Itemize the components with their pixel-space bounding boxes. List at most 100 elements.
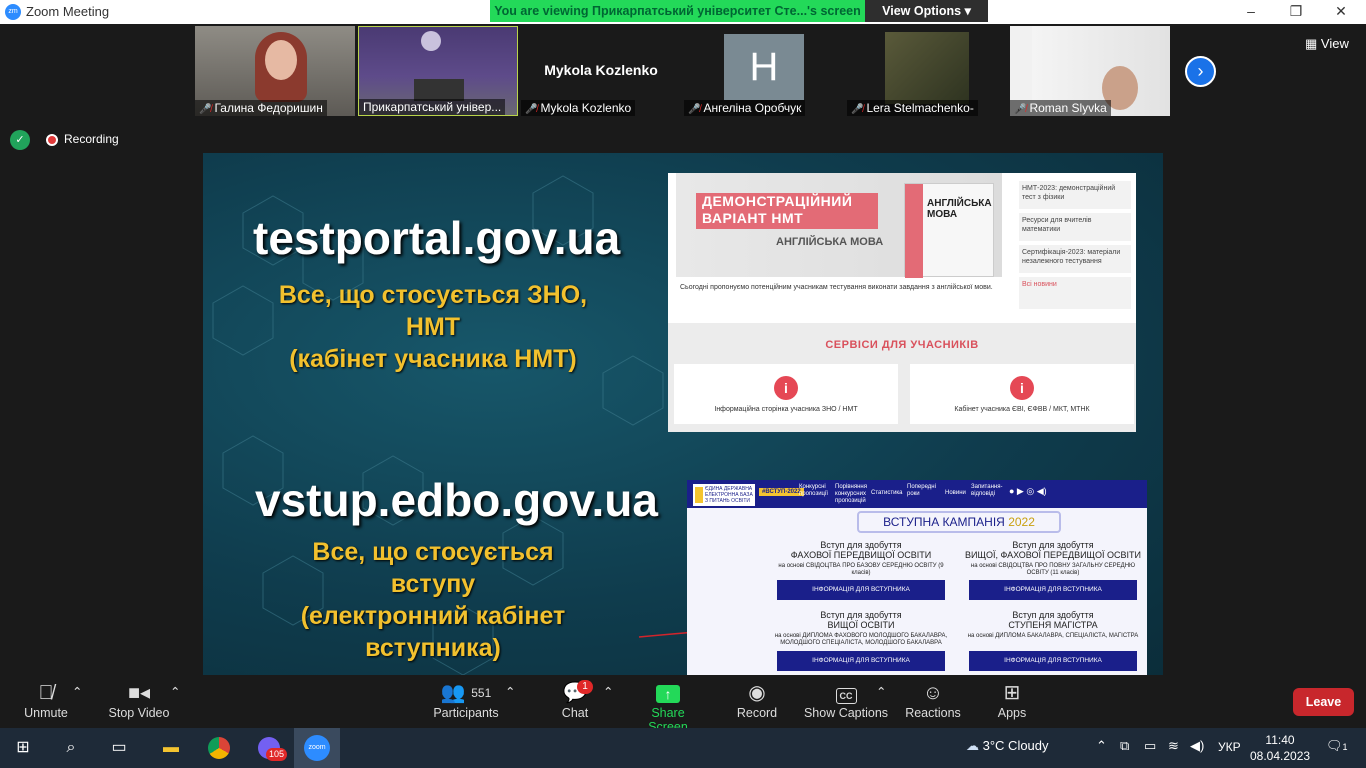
reactions-icon: ☺: [922, 682, 944, 704]
block-heading: СТУПЕНЯ МАГІСТРА: [1008, 620, 1098, 630]
chat-button[interactable]: 💬 1 Chat: [555, 680, 595, 720]
page-description: Сьогодні пропонуємо потенційним учасника…: [680, 284, 993, 291]
participant-tile[interactable]: H 🎤̸ Ангеліна Оробчук: [684, 26, 844, 116]
university-seal: [421, 31, 441, 51]
screen-share-banner: You are viewing Прикарпатський університ…: [490, 0, 988, 22]
captions-caret-icon[interactable]: ⌃: [876, 684, 886, 699]
unmute-label: Unmute: [24, 706, 68, 720]
participant-name: Ангеліна Оробчук: [703, 101, 802, 115]
info-for-applicant-button: ІНФОРМАЦІЯ ДЛЯ ВСТУПНИКА: [969, 651, 1137, 671]
file-explorer-icon[interactable]: ▬: [148, 728, 194, 768]
zoom-logo: zoom: [304, 734, 330, 761]
meet-now-icon[interactable]: ⧉: [1120, 738, 1129, 754]
audio-options-caret-icon[interactable]: ⌃: [72, 684, 82, 699]
clock[interactable]: 11:40 08.04.2023: [1250, 732, 1310, 764]
participants-label: Participants: [433, 706, 499, 720]
service-card-label: Кабінет учасника ЄВІ, ЄФВВ / МКТ, МТНК: [954, 406, 1090, 413]
participant-tile[interactable]: 🎤̸ Lera Stelmachenko-: [847, 26, 1007, 116]
testportal-url-heading: testportal.gov.ua: [253, 212, 621, 264]
admission-block: Вступ для здобуття СТУПЕНЯ МАГІСТРА на о…: [963, 610, 1143, 640]
text-line: АНГЛІЙСЬКА: [927, 198, 992, 209]
next-page-arrow-icon[interactable]: ›: [1185, 56, 1216, 87]
text-line: ДЕМОНСТРАЦІЙНИЙ: [702, 193, 853, 209]
test-booklet: АНГЛІЙСЬКА МОВА: [904, 183, 994, 278]
avatar: H: [724, 34, 804, 100]
service-card-label: Інформаційна сторінка учасника ЗНО / НМТ: [714, 406, 858, 413]
stop-video-button[interactable]: ■◂ Stop Video: [104, 680, 174, 720]
news-item: Ресурси для вчителів математики: [1019, 213, 1131, 241]
minimize-button[interactable]: –: [1228, 0, 1274, 24]
cc-badge: CC: [835, 688, 857, 704]
participant-tile[interactable]: Mykola Kozlenko 🎤̸ Mykola Kozlenko: [521, 26, 681, 116]
participant-name: Mykola Kozlenko: [540, 101, 632, 115]
participant-name: Прикарпатський універ...: [363, 100, 502, 114]
record-label: Record: [736, 706, 778, 720]
unmute-button[interactable]: 🎙̸ Unmute: [18, 680, 74, 720]
meeting-area: 🎤̸ Галина Федоришин Прикарпатський універ…: [0, 24, 1366, 676]
nav-item: Статистика: [871, 490, 903, 496]
recording-label: Recording: [64, 132, 119, 146]
chrome-icon[interactable]: [196, 728, 242, 768]
windows-start-icon[interactable]: ⊞: [0, 728, 46, 768]
participants-caret-icon[interactable]: ⌃: [505, 684, 515, 699]
block-line: Вступ для здобуття: [1012, 610, 1094, 620]
notifications-icon[interactable]: 🗨1: [1326, 738, 1348, 754]
viber-icon[interactable]: 105: [246, 728, 292, 768]
participant-name-bar: 🎤̸ Roman Slyvka: [1010, 100, 1111, 116]
view-button[interactable]: ▦ View: [1305, 36, 1349, 52]
leave-button[interactable]: Leave: [1293, 688, 1354, 716]
apps-icon: ⊞: [1003, 682, 1021, 704]
admission-block: Вступ для здобуття ФАХОВОЇ ПЕРЕДВИЩОЇ ОС…: [771, 540, 951, 577]
participant-name-bar: 🎤̸ Галина Федоришин: [195, 100, 327, 116]
weather-widget[interactable]: ☁ 3°C Cloudy: [966, 738, 1049, 754]
participant-tile[interactable]: 🎤̸ Roman Slyvka: [1010, 26, 1170, 116]
security-shield-icon[interactable]: ✓: [10, 130, 30, 150]
maximize-button[interactable]: ❐: [1273, 0, 1319, 24]
reactions-button[interactable]: ☺ Reactions: [904, 680, 962, 720]
services-title: СЕРВІСИ ДЛЯ УЧАСНИКІВ: [825, 339, 979, 351]
share-screen-button[interactable]: ↑ Share Screen: [630, 680, 706, 734]
chat-caret-icon[interactable]: ⌃: [603, 684, 613, 699]
block-line: Вступ для здобуття: [820, 610, 902, 620]
muted-mic-icon: 🎤̸: [1014, 104, 1027, 115]
participant-name-bar: 🎤̸ Lera Stelmachenko-: [847, 100, 978, 116]
apps-label: Apps: [997, 706, 1027, 720]
record-button[interactable]: ◉ Record: [735, 680, 779, 720]
wifi-icon[interactable]: ≋: [1168, 738, 1179, 754]
zoom-app-icon: zm: [5, 4, 21, 20]
volume-icon[interactable]: ◀): [1190, 738, 1204, 754]
text-line: МОВА: [927, 209, 958, 220]
nav-item: Попередні роки: [907, 484, 936, 497]
participant-name: Lera Stelmachenko-: [866, 101, 974, 115]
participant-name-bar: Прикарпатський універ...: [359, 99, 506, 115]
view-options-button[interactable]: View Options ▾: [865, 0, 988, 22]
participant-tile[interactable]: 🎤̸ Галина Федоришин: [195, 26, 355, 116]
testportal-screenshot: ДЕМОНСТРАЦІЙНИЙ ВАРІАНТ НМТ АНГЛІЙСЬКА М…: [668, 173, 1136, 432]
block-heading: ВИЩОЇ, ФАХОВОЇ ПЕРЕДВИЩОЇ ОСВІТИ: [965, 550, 1141, 560]
cloud-icon: ☁: [966, 738, 979, 753]
window-title-bar: zm Zoom Meeting You are viewing Прикарпа…: [0, 0, 1366, 24]
view-options-label: View Options: [882, 4, 962, 18]
text-line: вступу: [390, 570, 476, 598]
apps-button[interactable]: ⊞ Apps: [994, 680, 1030, 720]
participant-tile-active[interactable]: Прикарпатський універ...: [358, 26, 518, 116]
window-title: Zoom Meeting: [26, 4, 110, 19]
task-view-icon[interactable]: ▭: [96, 728, 142, 768]
admission-block: Вступ для здобуття ВИЩОЇ ОСВІТИ на основ…: [771, 610, 951, 647]
service-card: i Інформаційна сторінка учасника ЗНО / Н…: [674, 364, 898, 424]
close-window-button[interactable]: ✕: [1318, 0, 1364, 24]
all-news-link: Всі новини: [1019, 277, 1131, 309]
campaign-year: 2022: [1008, 515, 1035, 529]
muted-mic-icon: 🎤̸: [199, 104, 212, 115]
vstup-url-heading: vstup.edbo.gov.ua: [255, 474, 658, 526]
search-icon[interactable]: ⌕: [48, 728, 94, 768]
zoom-taskbar-icon[interactable]: zoom: [294, 728, 340, 768]
input-language[interactable]: УКР: [1218, 740, 1241, 754]
participant-name: Roman Slyvka: [1029, 101, 1107, 115]
vstup-hashtag: #ВСТУП-2022: [759, 488, 804, 496]
video-options-caret-icon[interactable]: ⌃: [170, 684, 180, 699]
participants-button[interactable]: 👥 551 Participants: [430, 680, 502, 720]
tray-chevron-icon[interactable]: ⌃: [1096, 738, 1107, 754]
muted-mic-icon: 🎤̸: [688, 104, 701, 115]
battery-icon[interactable]: ▭: [1144, 738, 1156, 754]
